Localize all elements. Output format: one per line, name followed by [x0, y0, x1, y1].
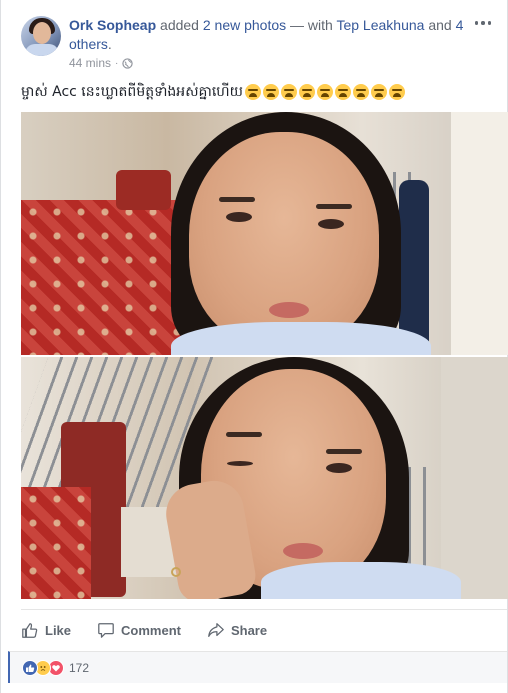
photo-background-wall	[441, 357, 508, 599]
crying-face-emoji-icon	[316, 84, 333, 100]
crying-face-emoji-icon	[244, 84, 261, 100]
crying-face-emoji-icon	[388, 84, 405, 100]
photo-subject-brow	[219, 197, 255, 202]
crying-face-emoji-icon	[334, 84, 351, 100]
action-text: added	[156, 17, 203, 33]
post-actions: Like Comment Share	[21, 620, 293, 640]
like-button[interactable]: Like	[21, 621, 71, 639]
photo-subject-eye-winking	[227, 461, 253, 466]
crying-face-emoji-icon	[370, 84, 387, 100]
photo-subject-shirt	[261, 562, 461, 599]
comment-label: Comment	[121, 622, 181, 638]
and-text: and	[424, 17, 456, 33]
photo-subject-eye	[318, 219, 344, 229]
avatar-face	[33, 22, 51, 44]
photo-subject-shirt	[171, 322, 431, 355]
comment-icon	[98, 623, 114, 638]
photo-subject-lips	[269, 302, 309, 318]
post-caption: ម្ចាស់ Acc នេះឃ្លាតពីមិត្តទាំងអស់គ្នាហើយ	[21, 82, 405, 102]
post-photo-1[interactable]	[21, 112, 508, 355]
share-label: Share	[230, 622, 268, 638]
reactions-summary[interactable]: 172	[8, 651, 507, 683]
author-avatar[interactable]	[21, 16, 61, 56]
more-dot-icon	[481, 21, 485, 25]
like-reaction-icon	[22, 659, 38, 676]
meta-separator: ·	[115, 57, 119, 69]
avatar-shirt	[25, 44, 59, 56]
photo-subject-brow	[326, 449, 362, 454]
photo-background-wall	[451, 112, 508, 355]
thumbs-up-icon	[22, 623, 38, 638]
share-button[interactable]: Share	[207, 621, 267, 639]
photo-background-blanket	[21, 487, 91, 599]
tagged-person-link[interactable]: Tep Leakhuna	[336, 17, 424, 33]
more-options-button[interactable]	[473, 16, 493, 30]
caption-text: ម្ចាស់ Acc នេះឃ្លាតពីមិត្តទាំងអស់គ្នាហើយ	[21, 84, 243, 100]
comment-button[interactable]: Comment	[97, 621, 181, 639]
photos-link[interactable]: 2 new photos	[203, 17, 286, 33]
photo-subject-brow	[226, 432, 262, 437]
photo-background-blanket	[21, 200, 181, 355]
news-feed-post: Ork Sopheap added 2 new photos — with Te…	[0, 0, 508, 693]
photo-background-bag	[116, 170, 171, 210]
with-text: — with	[286, 17, 337, 33]
share-icon	[208, 623, 224, 637]
crying-face-emoji-icon	[352, 84, 369, 100]
crying-face-emoji-icon	[298, 84, 315, 100]
timestamp-link[interactable]: 44 mins	[69, 56, 111, 70]
period: .	[107, 36, 112, 52]
photo-subject-eye	[326, 463, 352, 473]
globe-icon[interactable]	[122, 57, 134, 69]
crying-face-emoji-icon	[262, 84, 279, 100]
crying-face-emoji-icon	[280, 84, 297, 100]
photo-subject-lips	[283, 543, 323, 559]
post-meta: 44 mins ·	[69, 56, 134, 70]
like-label: Like	[45, 622, 72, 638]
actions-divider	[21, 609, 507, 610]
reaction-count[interactable]: 172	[69, 661, 89, 675]
post-header: Ork Sopheap added 2 new photos — with Te…	[69, 16, 479, 54]
more-dot-icon	[487, 21, 492, 25]
photo-subject-brow	[316, 204, 352, 209]
photo-subject-eye	[226, 212, 252, 222]
photo-subject-ring	[171, 567, 181, 577]
more-dot-icon	[474, 21, 479, 25]
caption-emojis	[244, 84, 405, 100]
post-photo-2[interactable]	[21, 357, 508, 599]
author-name-link[interactable]: Ork Sopheap	[69, 17, 156, 33]
